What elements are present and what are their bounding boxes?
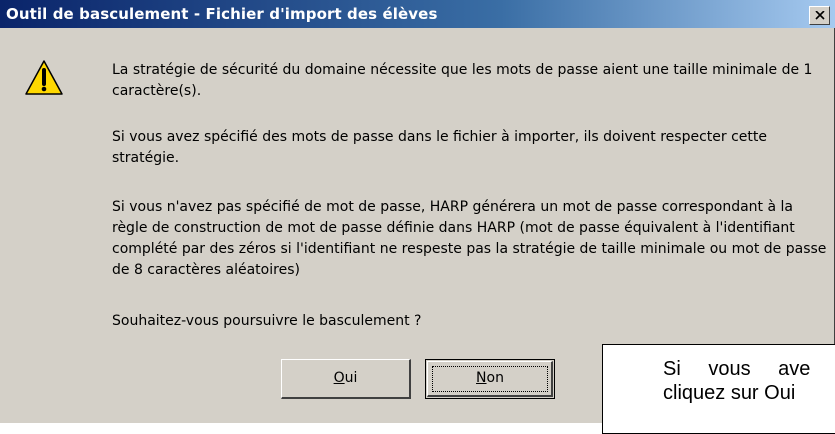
note-line-2: cliquez sur Oui [663, 382, 796, 404]
close-button[interactable] [809, 6, 830, 25]
overlay-note-box: Si vous ave cliquez sur Oui [602, 344, 835, 434]
question-text: Souhaitez-vous poursuivre le basculement… [112, 313, 422, 329]
dialog-title: Outil de basculement - Fichier d'import … [6, 5, 438, 23]
message-paragraph: Si vous n'avez pas spécifié de mot de pa… [112, 199, 827, 278]
message-paragraph: La stratégie de sécurité du domaine néce… [112, 62, 813, 99]
warning-icon [24, 58, 64, 102]
title-bar[interactable]: Outil de basculement - Fichier d'import … [0, 0, 835, 28]
yes-button[interactable]: Oui [281, 359, 411, 399]
yes-label-rest: ui [344, 370, 358, 386]
no-mnemonic: N [476, 370, 487, 386]
close-icon [815, 11, 825, 20]
message-paragraph: Si vous avez spécifié des mots de passe … [112, 129, 767, 166]
yes-mnemonic: O [333, 370, 345, 386]
no-label-rest: on [486, 370, 504, 386]
note-line-1: Si vous ave [663, 358, 811, 380]
no-button[interactable]: Non [425, 359, 555, 399]
